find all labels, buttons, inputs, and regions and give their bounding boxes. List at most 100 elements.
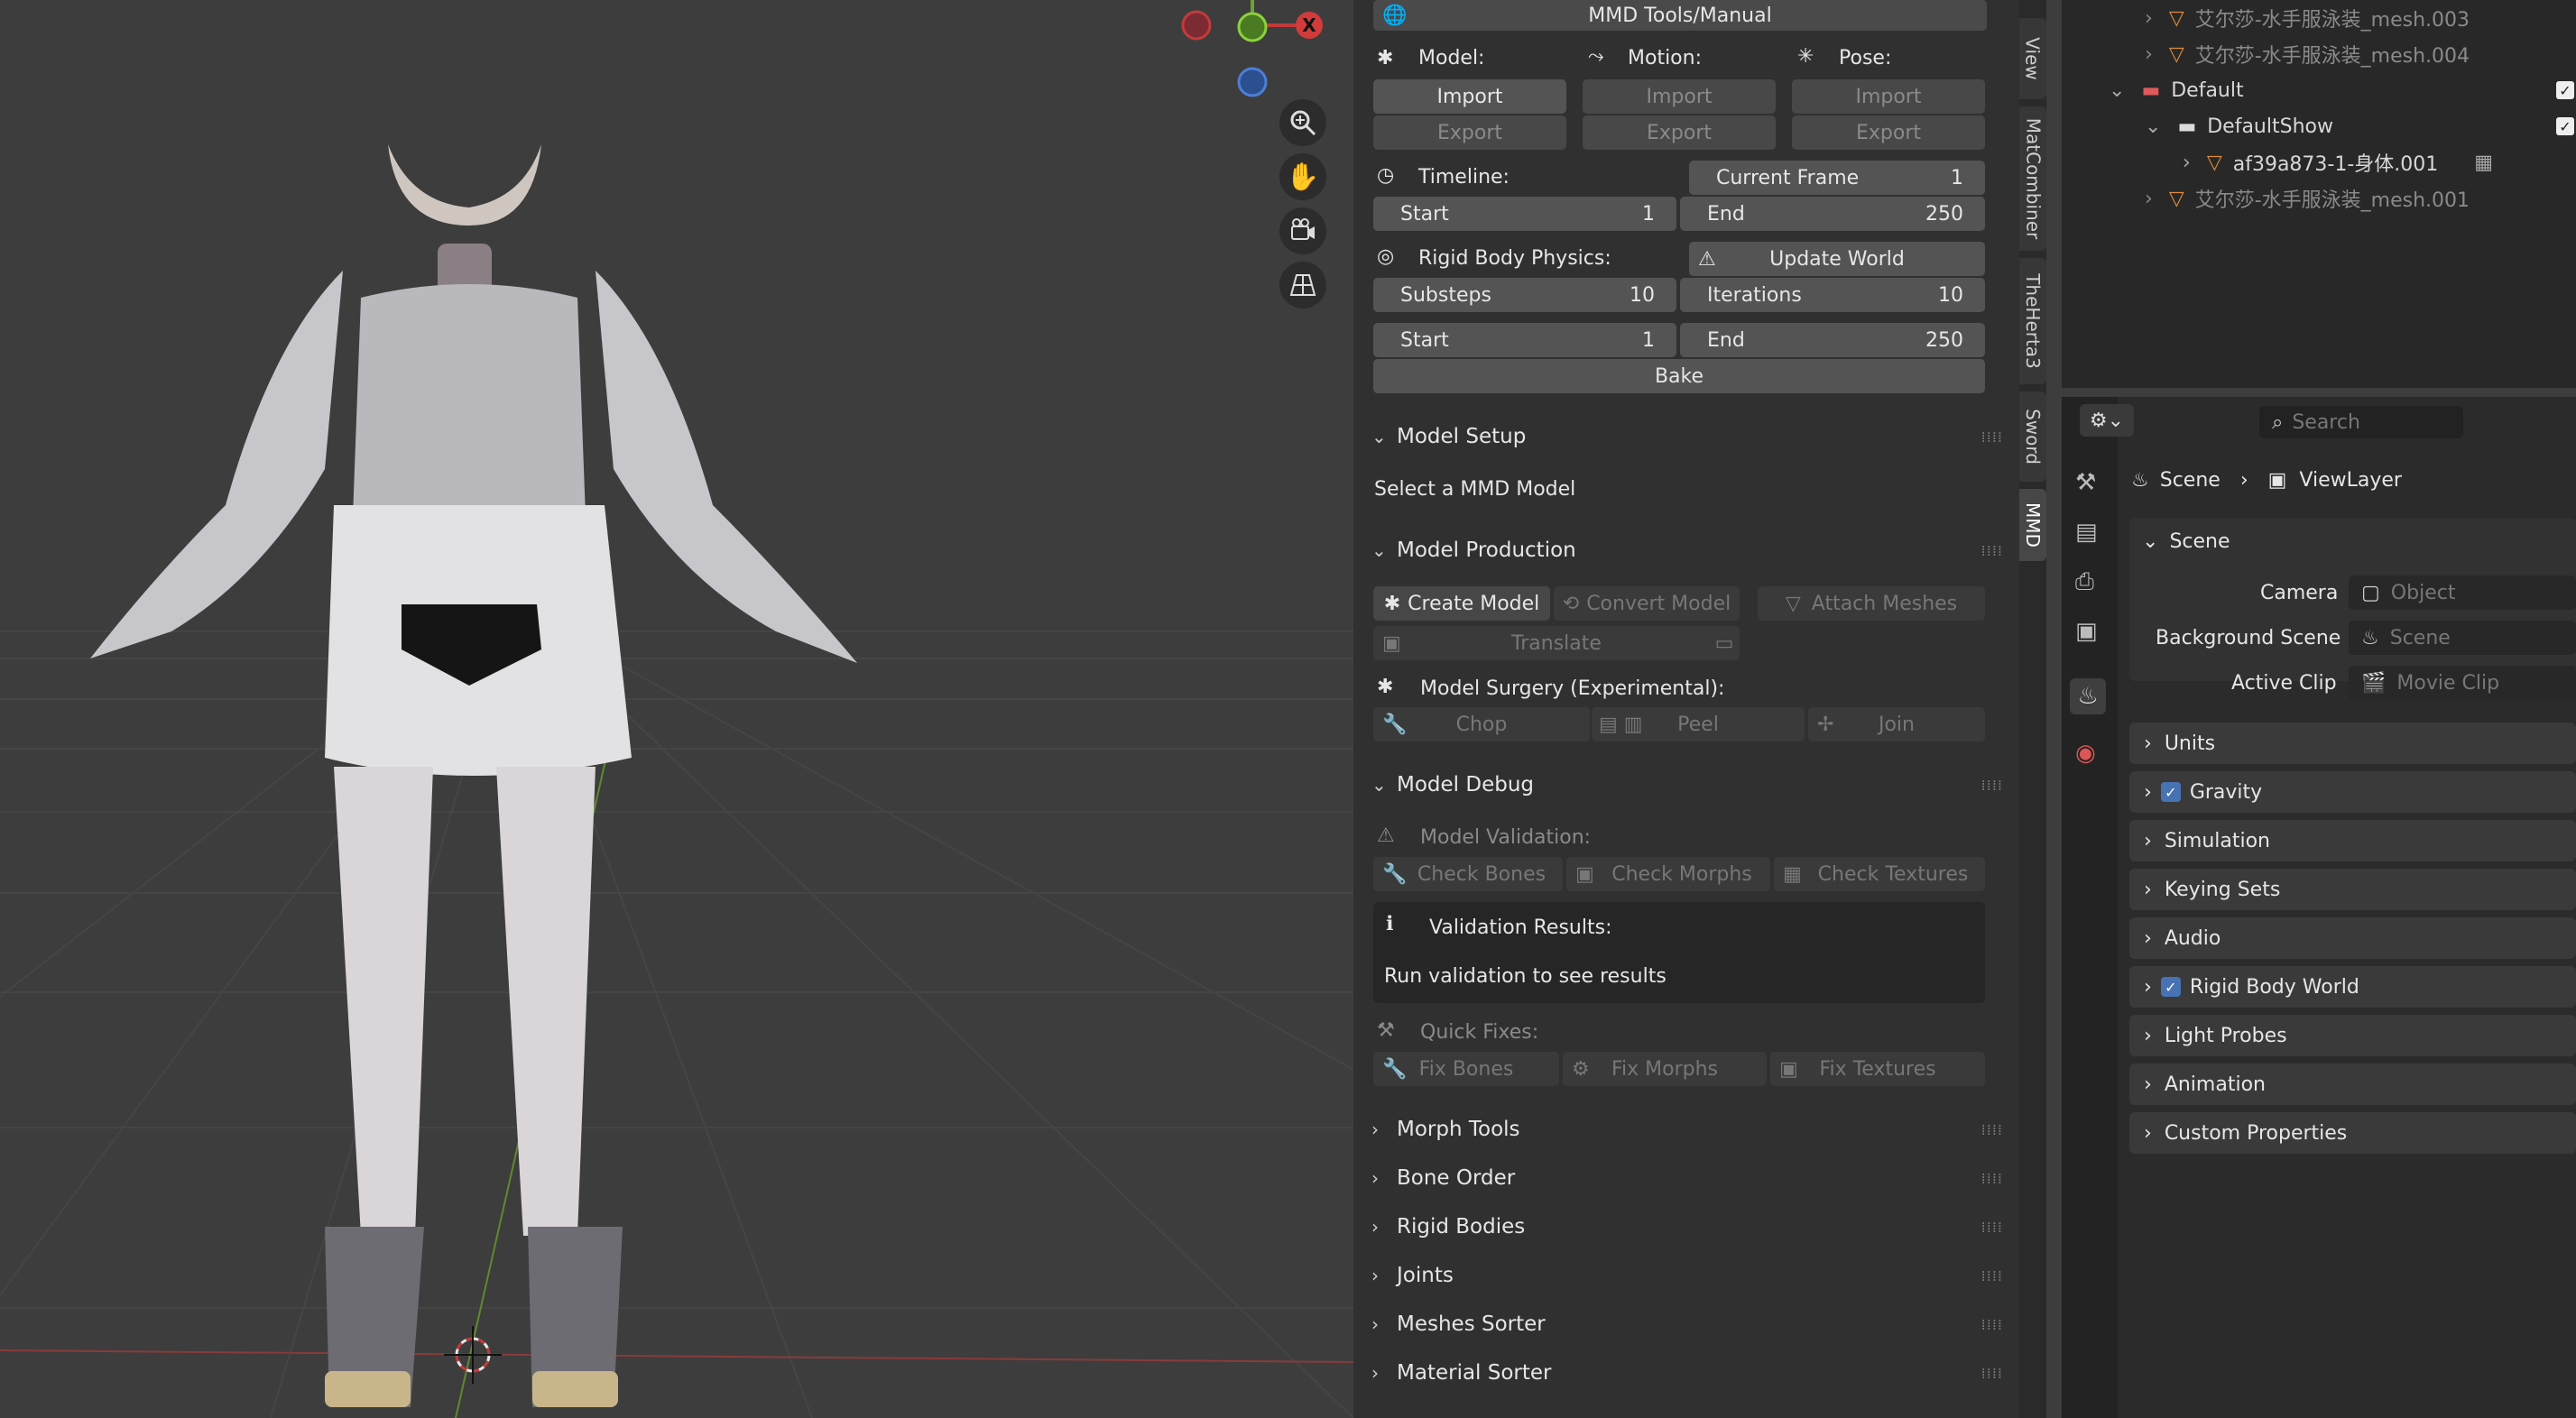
fix-morphs-button[interactable]: ⚙ Fix Morphs <box>1563 1052 1767 1086</box>
gravity-section[interactable]: › ✓ Gravity <box>2129 771 2576 813</box>
drag-grip-icon[interactable]: ⁞⁞⁞⁞ <box>1981 1365 2003 1382</box>
audio-section[interactable]: › Audio <box>2129 917 2576 959</box>
scene-section-header[interactable]: ⌄ Scene <box>2142 523 2230 559</box>
character-model[interactable] <box>90 144 857 1407</box>
check-textures-button[interactable]: ▦ Check Textures <box>1774 857 1985 891</box>
outliner-row[interactable]: ⌄ ▬ DefaultShow ✓ <box>2062 108 2576 144</box>
bake-button[interactable]: Bake <box>1373 359 1985 393</box>
chevron-right-icon[interactable]: › <box>2183 152 2191 174</box>
tab-matcombiner[interactable]: MatCombiner <box>2019 106 2046 251</box>
chevron-right-icon[interactable]: › <box>2145 7 2153 30</box>
drag-grip-icon[interactable]: ⁞⁞⁞⁞ <box>1981 1121 2003 1138</box>
drag-grip-icon[interactable]: ⁞⁞⁞⁞ <box>1981 542 2003 559</box>
current-frame-field[interactable]: Current Frame 1 <box>1689 161 1985 195</box>
chevron-right-icon[interactable]: › <box>2145 43 2153 66</box>
units-section[interactable]: › Units <box>2129 723 2576 764</box>
breadcrumb-scene[interactable]: Scene <box>2160 469 2221 492</box>
drag-grip-icon[interactable]: ⁞⁞⁞⁞ <box>1981 1170 2003 1187</box>
editor-type-dropdown[interactable]: ⚙⌄ <box>2080 404 2134 437</box>
tab-sword[interactable]: Sword <box>2019 391 2046 482</box>
create-model-button[interactable]: ✱ Create Model <box>1373 586 1550 621</box>
rigid-body-world-checkbox[interactable]: ✓ <box>2160 977 2181 997</box>
rigid-start-field[interactable]: Start 1 <box>1373 323 1676 357</box>
scene-icon[interactable]: ♨ <box>2070 678 2106 714</box>
outliner-row[interactable]: › ▽ 艾尔莎-水手服泳装_mesh.003 <box>2062 0 2576 36</box>
zoom-icon[interactable] <box>1279 99 1326 146</box>
tab-theherta3[interactable]: TheHerta3 <box>2019 258 2046 384</box>
material-sorter-header[interactable]: › Material Sorter ⁞⁞⁞⁞ <box>1371 1355 2003 1391</box>
drag-grip-icon[interactable]: ⁞⁞⁞⁞ <box>1981 1219 2003 1236</box>
update-world-button[interactable]: ⚠ Update World <box>1689 242 1985 276</box>
active-clip-field[interactable]: 🎬 Movie Clip <box>2349 666 2576 700</box>
check-morphs-button[interactable]: ▣ Check Morphs <box>1566 857 1770 891</box>
camera-view-icon[interactable] <box>1279 207 1326 254</box>
checkbox-icon[interactable]: ✓ <box>2556 117 2574 135</box>
fix-bones-button[interactable]: 🔧 Fix Bones <box>1373 1052 1559 1086</box>
attach-meshes-button[interactable]: ▽ Attach Meshes <box>1758 586 1985 621</box>
outliner-row[interactable]: ⌄ ▬ Default ✓ <box>2062 72 2576 108</box>
gravity-checkbox[interactable]: ✓ <box>2160 782 2181 802</box>
pan-hand-icon[interactable]: ✋ <box>1279 153 1326 200</box>
custom-properties-section[interactable]: › Custom Properties <box>2129 1112 2576 1154</box>
translate-button[interactable]: ▣ Translate <box>1373 626 1740 660</box>
navigation-gizmo[interactable]: X <box>1173 0 1335 108</box>
check-bones-button[interactable]: 🔧 Check Bones <box>1373 857 1563 891</box>
chevron-down-icon[interactable]: ⌄ <box>2109 79 2125 102</box>
substeps-field[interactable]: Substeps 10 <box>1373 278 1676 312</box>
join-button[interactable]: ✢ Join <box>1808 707 1985 741</box>
model-import-button[interactable]: Import <box>1373 79 1566 114</box>
rigid-bodies-header[interactable]: › Rigid Bodies ⁞⁞⁞⁞ <box>1371 1209 2003 1245</box>
breadcrumb-viewlayer[interactable]: ViewLayer <box>2299 469 2402 492</box>
outliner-row[interactable]: › ▽ 艾尔莎-水手服泳装_mesh.004 <box>2062 36 2576 72</box>
motion-import-button[interactable]: Import <box>1583 79 1776 114</box>
drag-grip-icon[interactable]: ⁞⁞⁞⁞ <box>1981 1316 2003 1333</box>
model-debug-header[interactable]: ⌄ Model Debug ⁞⁞⁞⁞ <box>1371 767 2003 803</box>
mmd-tools-manual-button[interactable]: 🌐 MMD Tools/Manual <box>1373 0 1987 31</box>
gizmo-x-axis[interactable]: X <box>1296 12 1323 39</box>
checkbox-icon[interactable]: ✓ <box>2556 81 2574 99</box>
fix-textures-button[interactable]: ▣ Fix Textures <box>1770 1052 1985 1086</box>
chevron-down-icon[interactable]: ⌄ <box>2145 115 2161 138</box>
translate-options-icon[interactable]: ▭ <box>1709 626 1740 660</box>
drag-grip-icon[interactable]: ⁞⁞⁞⁞ <box>1981 428 2003 446</box>
tab-view[interactable]: View <box>2019 18 2046 99</box>
animation-section[interactable]: › Animation <box>2129 1064 2576 1105</box>
drag-grip-icon[interactable]: ⁞⁞⁞⁞ <box>1981 1267 2003 1284</box>
iterations-field[interactable]: Iterations 10 <box>1680 278 1985 312</box>
drag-grip-icon[interactable]: ⁞⁞⁞⁞ <box>1981 777 2003 794</box>
render-icon[interactable]: ▤ <box>2075 519 2098 546</box>
meshes-sorter-header[interactable]: › Meshes Sorter ⁞⁞⁞⁞ <box>1371 1306 2003 1342</box>
morph-tools-header[interactable]: › Morph Tools ⁞⁞⁞⁞ <box>1371 1111 2003 1147</box>
rigid-body-world-section[interactable]: › ✓ Rigid Body World <box>2129 966 2576 1008</box>
camera-field[interactable]: ▢ Object <box>2349 575 2576 610</box>
peel-button[interactable]: ▤ ▥ Peel <box>1592 707 1805 741</box>
3d-viewport[interactable]: X ✋ <box>0 0 1353 1418</box>
chop-button[interactable]: 🔧 Chop <box>1373 707 1590 741</box>
properties-search-input[interactable]: ⌕ Search <box>2259 406 2463 438</box>
tool-icon[interactable]: ⚒ <box>2075 469 2096 496</box>
light-probes-section[interactable]: › Light Probes <box>2129 1015 2576 1056</box>
timeline-start-field[interactable]: Start 1 <box>1373 197 1676 231</box>
bone-order-header[interactable]: › Bone Order ⁞⁞⁞⁞ <box>1371 1160 2003 1196</box>
model-production-header[interactable]: ⌄ Model Production ⁞⁞⁞⁞ <box>1371 532 2003 568</box>
3d-cursor[interactable] <box>444 1326 502 1384</box>
timeline-end-field[interactable]: End 250 <box>1680 197 1985 231</box>
outliner-row[interactable]: › ▽ af39a873-1-身体.001 ▦ <box>2062 144 2576 180</box>
outliner-row[interactable]: › ▽ 艾尔莎-水手服泳装_mesh.001 <box>2062 180 2576 216</box>
background-scene-field[interactable]: ♨ Scene <box>2349 621 2576 655</box>
model-setup-header[interactable]: ⌄ Model Setup ⁞⁞⁞⁞ <box>1371 419 2003 455</box>
pose-import-button[interactable]: Import <box>1792 79 1985 114</box>
world-icon[interactable]: ◉ <box>2075 740 2096 767</box>
model-export-button[interactable]: Export <box>1373 115 1566 150</box>
motion-export-button[interactable]: Export <box>1583 115 1776 150</box>
simulation-section[interactable]: › Simulation <box>2129 820 2576 861</box>
view-layer-icon[interactable]: ▣ <box>2075 618 2098 645</box>
tab-mmd[interactable]: MMD <box>2019 489 2046 561</box>
keying-sets-section[interactable]: › Keying Sets <box>2129 869 2576 910</box>
rigid-end-field[interactable]: End 250 <box>1680 323 1985 357</box>
pose-export-button[interactable]: Export <box>1792 115 1985 150</box>
joints-header[interactable]: › Joints ⁞⁞⁞⁞ <box>1371 1257 2003 1294</box>
output-icon[interactable]: ⎙ <box>2075 568 2094 596</box>
convert-model-button[interactable]: ⟲ Convert Model <box>1554 586 1740 621</box>
perspective-grid-icon[interactable] <box>1279 262 1326 308</box>
